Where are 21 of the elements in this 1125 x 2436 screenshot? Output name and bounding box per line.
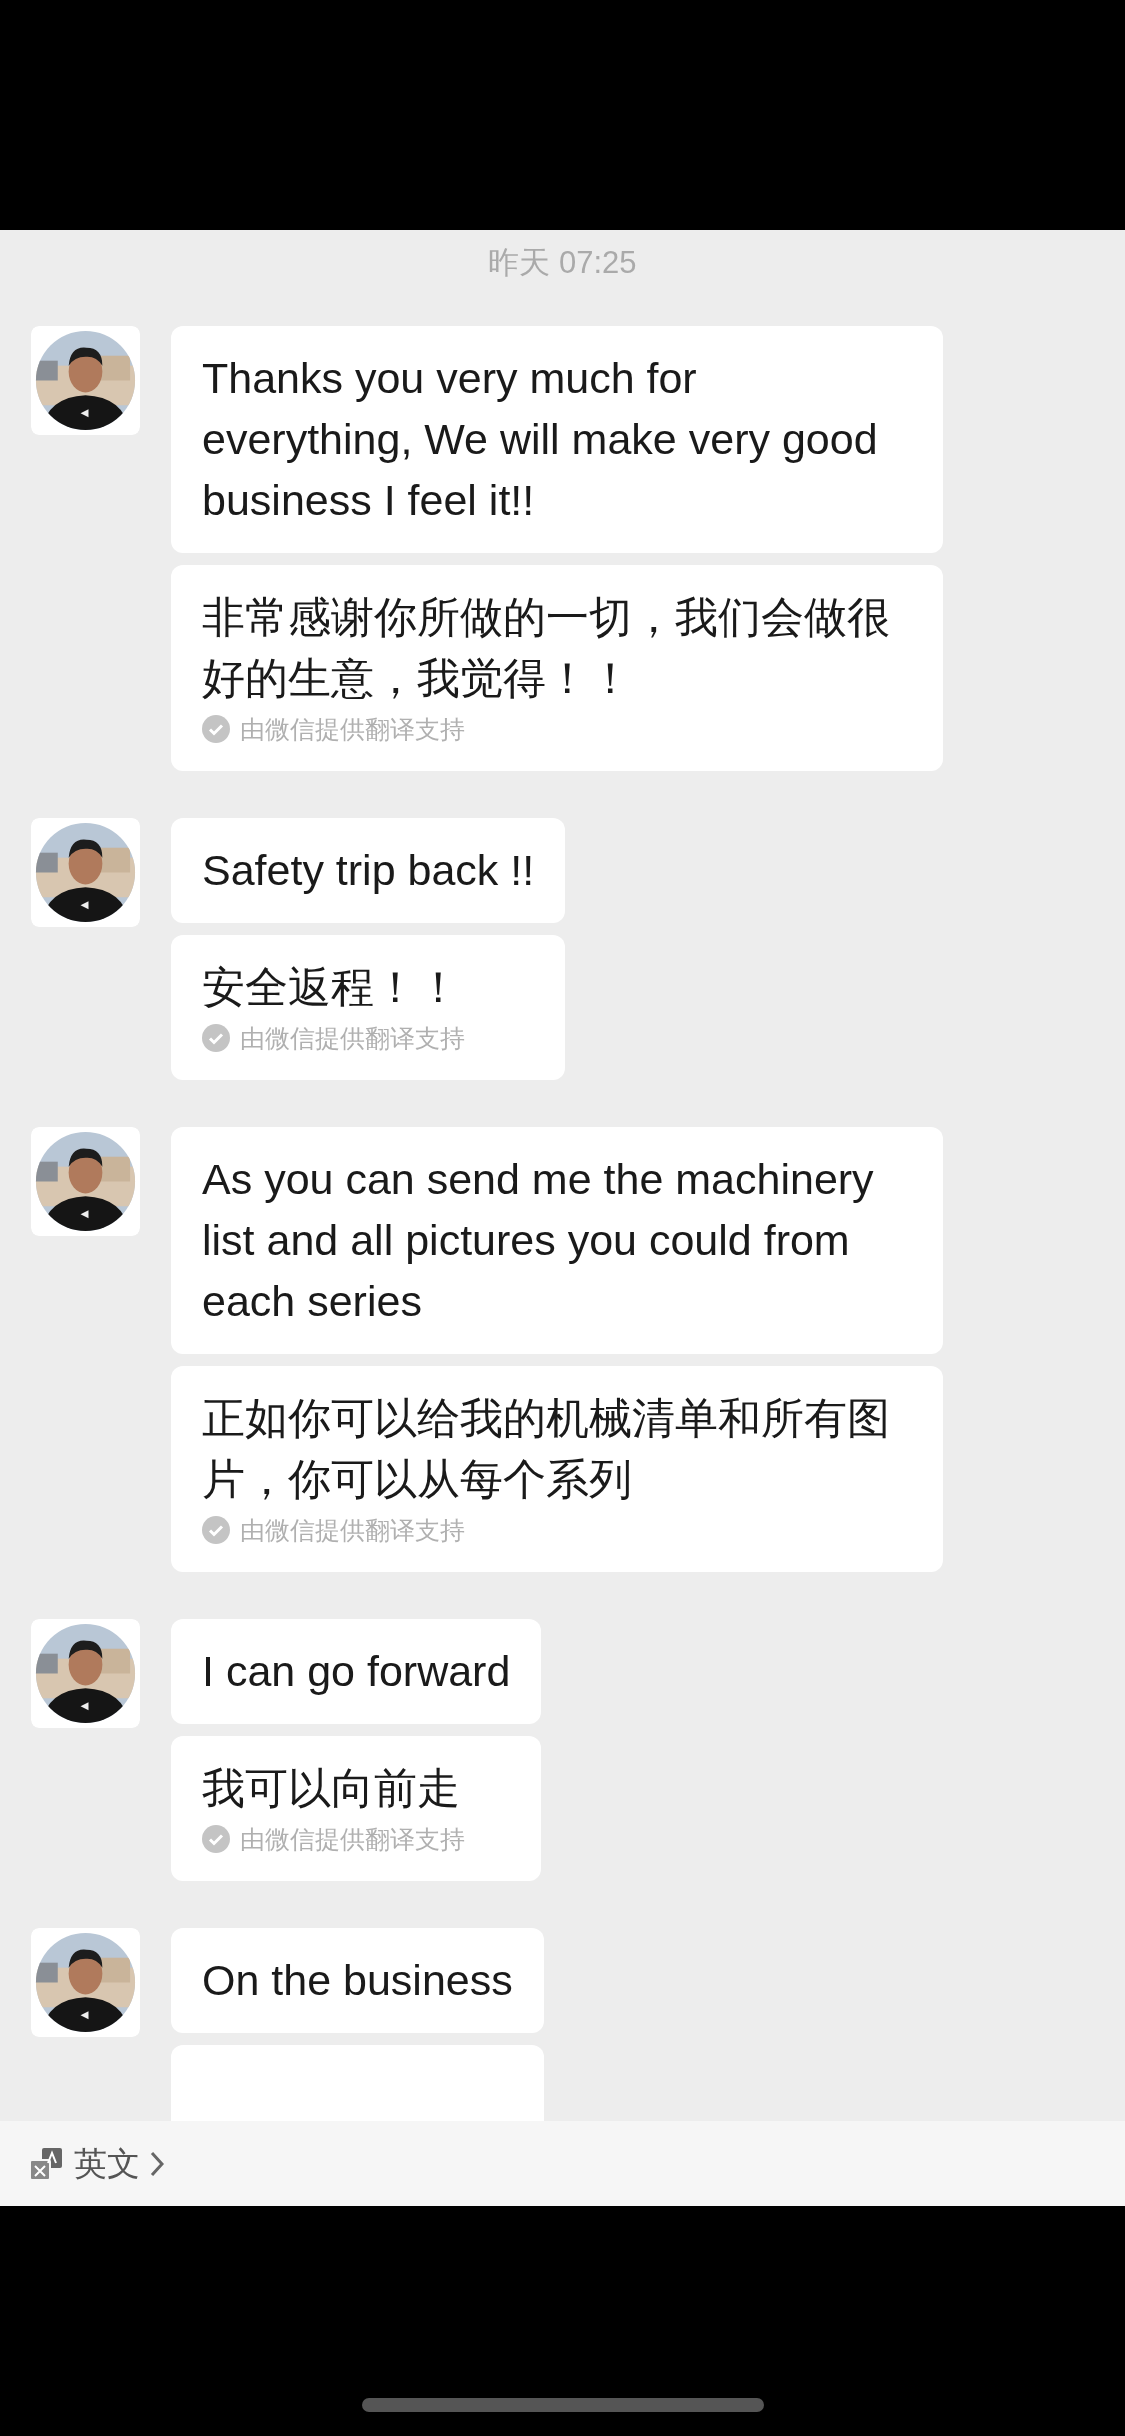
translate-icon <box>28 2145 64 2182</box>
message-bubble: As you can send me the machinery list and all pictures you could from each series <box>171 1127 943 1354</box>
check-icon <box>202 1024 230 1052</box>
chevron-icon <box>150 2150 164 2177</box>
check-icon <box>202 1825 230 1853</box>
translation-credit: 由微信提供翻译支持 <box>240 1515 465 1546</box>
message-bubble: On the business <box>171 1928 544 2033</box>
message-bubble: I can go forward <box>171 1619 542 1724</box>
message-bubble: Thanks you very much for everything, We will make very good business I feel it!! <box>171 326 943 553</box>
message-bubble: Safety trip back !! <box>171 818 566 923</box>
translation-text: 安全返程！！ <box>202 962 461 1013</box>
translation-credit: 由微信提供翻译支持 <box>240 714 465 745</box>
timestamp: 昨天 07:25 <box>487 244 638 282</box>
check-icon <box>202 715 230 743</box>
translation-text: 正如你可以给我的机械清单和所有图片，你可以从每个系列 <box>202 1393 891 1505</box>
translation-text: 非常感谢你所做的一切，我们会做很好的生意，我觉得！！ <box>202 592 891 704</box>
translation-credit: 由微信提供翻译支持 <box>240 1023 465 1054</box>
check-icon <box>202 1516 230 1544</box>
translation-text: 我可以向前走 <box>202 1763 461 1814</box>
translation-credit: 由微信提供翻译支持 <box>240 1824 465 1855</box>
language-button[interactable]: 英文 <box>28 2134 164 2193</box>
